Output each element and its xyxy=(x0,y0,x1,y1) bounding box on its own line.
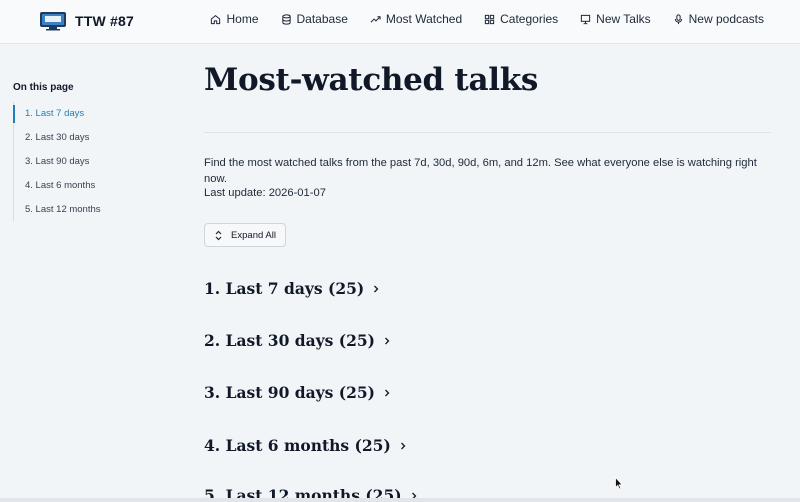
toc-item-last-30-days[interactable]: 2. Last 30 days xyxy=(14,126,101,150)
section-last-7-days[interactable]: 1. Last 7 days (25) xyxy=(204,279,380,298)
section-title: 4. Last 6 months (25) xyxy=(204,436,391,455)
chevron-right-icon xyxy=(385,337,390,344)
main-nav: Home Database Most Watched Categories Ne… xyxy=(210,12,764,26)
nav-new-talks[interactable]: New Talks xyxy=(580,12,651,26)
nav-most-watched[interactable]: Most Watched xyxy=(370,12,462,26)
expand-all-button[interactable]: Expand All xyxy=(204,223,286,247)
nav-home-label: Home xyxy=(226,12,259,26)
section-title: 3. Last 90 days (25) xyxy=(204,383,376,402)
intro-text: Find the most watched talks from the pas… xyxy=(204,157,757,185)
presentation-icon xyxy=(581,14,591,25)
chevron-right-icon xyxy=(385,389,390,396)
divider xyxy=(204,132,771,133)
trending-icon xyxy=(370,15,381,23)
chevron-right-icon xyxy=(400,442,406,449)
section-last-90-days[interactable]: 3. Last 90 days (25) xyxy=(204,383,391,402)
expand-all-label: Expand All xyxy=(231,229,276,241)
nav-new-podcasts[interactable]: New podcasts xyxy=(673,12,764,26)
nav-home[interactable]: Home xyxy=(210,12,259,26)
nav-new-talks-label: New Talks xyxy=(596,12,651,26)
expand-chevrons-icon xyxy=(215,230,222,240)
section-last-30-days[interactable]: 2. Last 30 days (25) xyxy=(204,331,391,350)
toc-title: On this page xyxy=(13,82,74,93)
nav-categories[interactable]: Categories xyxy=(484,12,558,26)
section-title: 1. Last 7 days (25) xyxy=(204,279,365,298)
home-icon xyxy=(211,14,221,24)
microphone-icon xyxy=(674,13,682,24)
nav-database-label: Database xyxy=(296,12,348,26)
nav-categories-label: Categories xyxy=(500,12,559,26)
top-header: TTW #87 Home Database Most Watched Categ… xyxy=(0,0,800,44)
grid-icon xyxy=(484,14,495,24)
toc-item-last-6-months[interactable]: 4. Last 6 months xyxy=(14,173,101,197)
nav-new-podcasts-label: New podcasts xyxy=(688,12,764,26)
nav-most-watched-label: Most Watched xyxy=(385,12,463,26)
logo-icon xyxy=(40,12,66,31)
nav-database[interactable]: Database xyxy=(281,12,348,26)
toc-item-last-7-days[interactable]: 1. Last 7 days xyxy=(13,102,101,126)
brand[interactable]: TTW #87 xyxy=(39,10,134,32)
bottom-scroll-edge xyxy=(0,498,800,502)
page-title: Most-watched talks xyxy=(204,62,539,98)
toc-list: 1. Last 7 days 2. Last 30 days 3. Last 9… xyxy=(13,102,101,221)
database-icon xyxy=(281,13,291,25)
toc-item-last-12-months[interactable]: 5. Last 12 months xyxy=(14,197,101,221)
mouse-cursor-icon xyxy=(615,477,623,490)
section-title: 2. Last 30 days (25) xyxy=(204,331,376,350)
brand-name: TTW #87 xyxy=(75,13,134,29)
section-last-6-months[interactable]: 4. Last 6 months (25) xyxy=(204,436,407,455)
chevron-right-icon xyxy=(374,285,379,292)
toc-item-last-90-days[interactable]: 3. Last 90 days xyxy=(14,150,101,174)
last-update-text: Last update: 2026-01-07 xyxy=(204,187,326,199)
